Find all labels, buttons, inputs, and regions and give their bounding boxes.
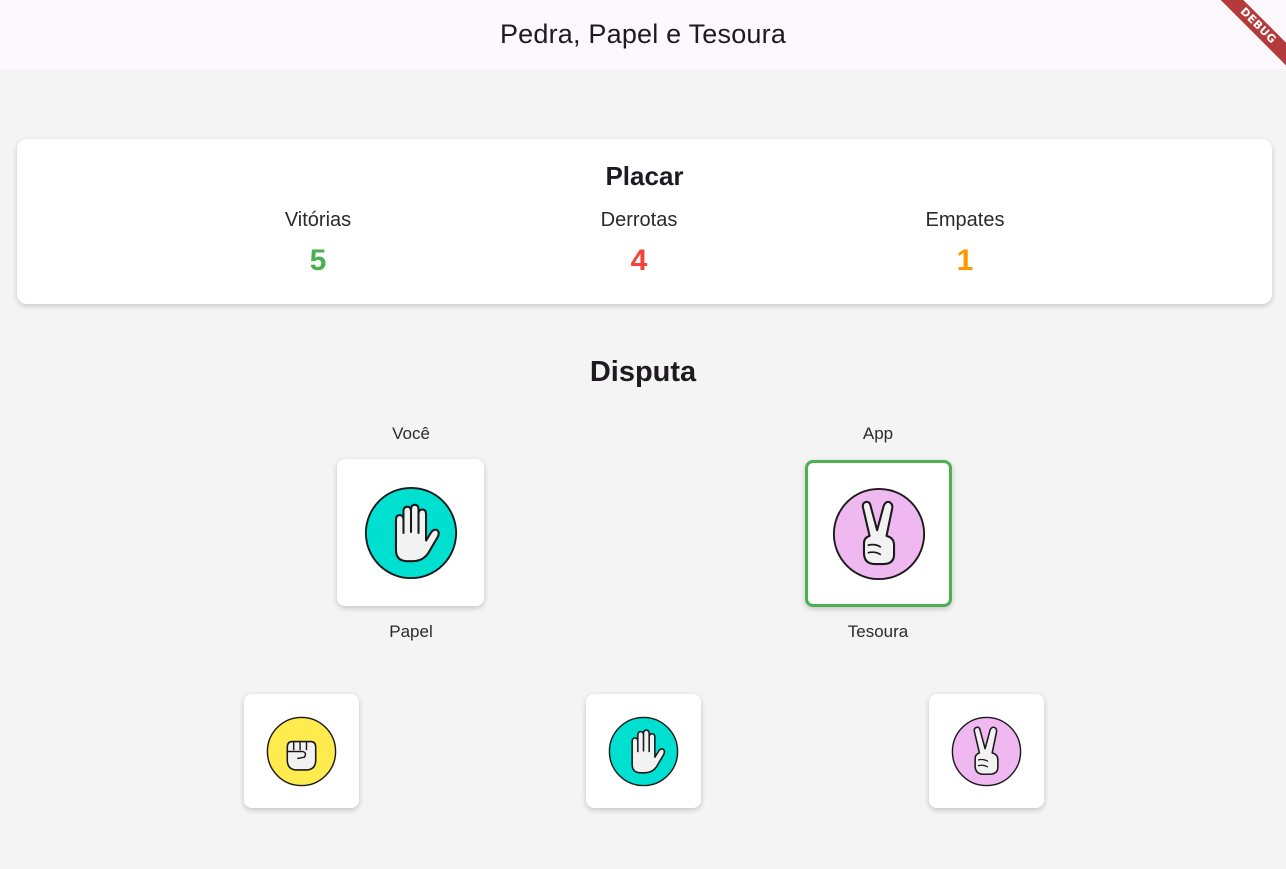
player-label: Você (392, 424, 430, 443)
scissors-hand-icon (951, 716, 1022, 787)
app-choice-card (805, 460, 952, 607)
app-bar: Pedra, Papel e Tesoura (0, 0, 1286, 69)
wins-stat: Vitórias 5 (218, 209, 418, 278)
draws-stat: Empates 1 (865, 209, 1065, 278)
scoreboard-card: Placar Vitórias 5 Derrotas 4 Empates 1 (17, 139, 1272, 304)
rock-fist-icon (266, 716, 337, 787)
losses-value: 4 (630, 244, 648, 277)
wins-value: 5 (309, 244, 327, 277)
draws-value: 1 (956, 244, 974, 277)
losses-stat: Derrotas 4 (539, 209, 739, 278)
app-title: Pedra, Papel e Tesoura (499, 19, 787, 49)
paper-option-button[interactable] (586, 694, 701, 808)
player-choice-label: Papel (389, 622, 433, 641)
scissors-option-button[interactable] (929, 694, 1044, 808)
paper-hand-icon (608, 716, 679, 787)
wins-label: Vitórias (284, 209, 352, 231)
scoreboard-title: Placar (605, 161, 684, 191)
battle-title: Disputa (589, 356, 697, 388)
app-choice-label: Tesoura (847, 622, 909, 641)
player-choice-card (337, 459, 484, 606)
paper-hand-icon (364, 486, 458, 580)
app-label: App (862, 424, 894, 443)
scissors-hand-icon (832, 487, 926, 581)
draws-label: Empates (925, 209, 1005, 231)
rock-option-button[interactable] (244, 694, 359, 808)
losses-label: Derrotas (600, 209, 678, 231)
